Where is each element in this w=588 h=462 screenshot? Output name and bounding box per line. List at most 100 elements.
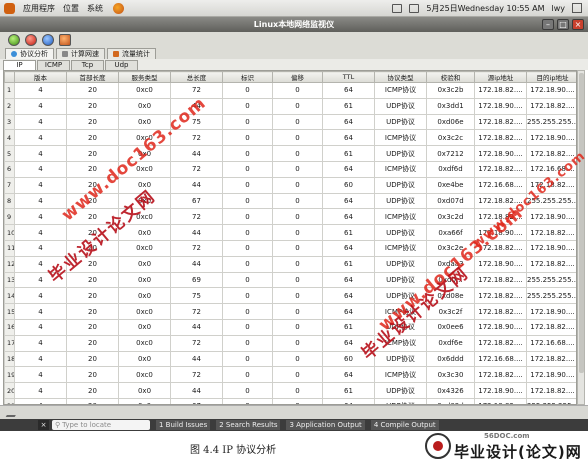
column-header[interactable]: 目的ip地址 [526, 71, 576, 83]
table-cell: 172.18.82.... [526, 350, 576, 368]
table-cell: 0 [272, 255, 323, 273]
tab-network-speed[interactable]: 计算网速 [56, 48, 105, 59]
about-icon[interactable] [42, 33, 54, 46]
table-cell: 64 [322, 208, 375, 226]
table-cell: 61 [322, 255, 375, 273]
tab-traffic-stats[interactable]: 流量统计 [107, 48, 156, 59]
stop-capture-icon[interactable] [25, 33, 37, 46]
table-row[interactable]: 3 4 20 0x0 75 0 0 64 UDP协议 0xd06e 172.18.82.... 255… [4, 113, 576, 131]
table-cell: 172.18.82.... [474, 271, 527, 289]
table-cell: 4 [14, 113, 67, 131]
clock[interactable]: 5月25日Wednesday 10:55 AM [426, 3, 544, 14]
table-cell: UDP协议 [374, 145, 427, 162]
column-header[interactable]: 源ip地址 [474, 71, 527, 83]
table-cell: 61 [322, 382, 375, 399]
search-icon: ⚲ [55, 421, 61, 429]
row-number: 13 [4, 271, 15, 289]
column-header[interactable]: 版本 [14, 71, 67, 83]
tab-protocol-analysis[interactable]: 协议分析 [5, 48, 54, 59]
table-cell: 0xdf6e [426, 334, 475, 352]
column-header[interactable]: 首部长度 [66, 71, 119, 83]
table-cell: 20 [66, 113, 119, 131]
tab-tcp[interactable]: Tcp [71, 60, 104, 70]
volume-icon[interactable] [409, 3, 420, 13]
maximize-button[interactable]: □ [557, 19, 569, 30]
table-row[interactable]: 18 4 20 0x0 44 0 0 60 UDP协议 0x6ddd 172.16.68.... 17… [4, 350, 576, 368]
column-header[interactable]: TTL [322, 71, 375, 83]
locate-input[interactable]: ⚲ Type to locate [52, 420, 150, 430]
table-cell: 0x3c30 [426, 366, 475, 384]
table-cell: 0 [272, 113, 323, 131]
table-cell: 172.18.82.... [526, 382, 576, 399]
column-header[interactable]: 服务类型 [118, 71, 171, 83]
table-cell: 20 [66, 287, 119, 305]
column-header[interactable]: 协议类型 [374, 71, 427, 83]
shutdown-icon[interactable] [572, 3, 582, 13]
table-row[interactable]: 5 4 20 0x0 44 0 0 61 UDP协议 0x7212 172.18.90.... 172… [4, 145, 576, 162]
tab-icmp[interactable]: ICMP [37, 60, 70, 70]
table-cell: 0 [222, 145, 273, 162]
table-cell: 72 [170, 239, 223, 257]
column-header[interactable]: 总长度 [170, 71, 223, 83]
table-row[interactable]: 15 4 20 0xc0 72 0 0 64 ICMP协议 0x3c2f 172.18.82....… [4, 303, 576, 320]
table-cell: 0x3c2b [426, 82, 475, 99]
table-row[interactable]: 13 4 20 0x0 69 0 0 64 UDP协议 0xd0... 172.18.82.... 2… [4, 271, 576, 289]
table-cell: 0 [222, 303, 273, 320]
pane-compile-output[interactable]: 4 Compile Output [370, 420, 439, 430]
network-icon[interactable] [392, 3, 403, 13]
table-cell: 0xd07d [426, 192, 475, 210]
table-cell: 255.255.255.... [526, 271, 576, 289]
table-cell: 64 [322, 287, 375, 305]
table-cell: 172.18.82.... [474, 82, 527, 99]
table-row[interactable]: 20 4 20 0x0 44 0 0 61 UDP协议 0x4326 172.18.90.... 17… [4, 382, 576, 399]
table-cell: 172.18.90.... [526, 129, 576, 147]
vertical-scrollbar[interactable] [577, 70, 585, 405]
table-cell: UDP协议 [374, 176, 427, 194]
column-header[interactable]: 偏移 [272, 71, 323, 83]
table-cell: 172.18.82.... [474, 160, 527, 178]
table-cell: 4 [14, 318, 67, 336]
figure-caption: 图 4.4 IP 协议分析 [190, 445, 277, 456]
table-cell: 44 [170, 318, 223, 336]
column-header[interactable]: 标识 [222, 71, 273, 83]
table-cell: 72 [170, 366, 223, 384]
table-row[interactable]: 16 4 20 0x0 44 0 0 61 UDP协议 0x0ee6 172.18.90.... 17… [4, 318, 576, 336]
start-capture-icon[interactable] [8, 33, 20, 46]
table-cell: 0 [272, 303, 323, 320]
minimize-button[interactable]: – [542, 19, 554, 30]
firefox-icon[interactable] [113, 2, 124, 14]
pane-application-output[interactable]: 3 Application Output [286, 420, 365, 430]
table-row[interactable]: 17 4 20 0xc0 72 0 0 64 ICMP协议 0xdf6e 172.18.82....… [4, 334, 576, 352]
table-cell: 4 [14, 145, 67, 162]
table-cell: 0 [272, 208, 323, 226]
tab-ip[interactable]: IP [3, 60, 36, 70]
row-number: 17 [4, 334, 15, 352]
close-pane-icon[interactable]: × [38, 420, 49, 430]
menu-system[interactable]: 系统 [87, 3, 103, 14]
menu-places[interactable]: 位置 [63, 3, 79, 14]
pane-build-issues[interactable]: 1 Build Issues [156, 420, 211, 430]
table-cell: 64 [322, 160, 375, 178]
table-cell: 20 [66, 334, 119, 352]
table-row[interactable]: 19 4 20 0xc0 72 0 0 64 ICMP协议 0x3c30 172.18.82....… [4, 366, 576, 384]
user-name[interactable]: lwy [552, 4, 566, 13]
pane-search-results[interactable]: 2 Search Results [216, 420, 281, 430]
column-header[interactable]: 校验和 [426, 71, 475, 83]
exit-icon[interactable] [59, 33, 71, 46]
table-row[interactable]: 4 4 20 0xc0 72 0 0 64 ICMP协议 0x3c2c 172.18.82.... 1… [4, 129, 576, 147]
close-button[interactable]: × [572, 19, 584, 30]
table-cell: 4 [14, 287, 67, 305]
table-row[interactable]: 6 4 20 0xc0 72 0 0 64 ICMP协议 0xdf6d 172.18.82.... 1… [4, 160, 576, 178]
menu-applications[interactable]: 应用程序 [23, 3, 55, 14]
table-cell: 0x0 [118, 382, 171, 399]
panel-menus: 应用程序 位置 系统 [0, 2, 132, 14]
table-cell: 0x3c2c [426, 129, 475, 147]
table-row[interactable]: 2 4 20 0x0 44 0 0 61 UDP协议 0x3dd1 172.18.90.... 172… [4, 97, 576, 115]
table-cell: 20 [66, 366, 119, 384]
tab-udp[interactable]: Udp [105, 60, 138, 70]
table-row[interactable]: 14 4 20 0x0 75 0 0 64 UDP协议 0xd08e 172.18.82.... 25… [4, 287, 576, 305]
system-panel: 应用程序 位置 系统 5月25日Wednesday 10:55 AM lwy [0, 0, 588, 17]
scrollbar-thumb[interactable] [579, 73, 584, 373]
table-row[interactable]: 1 4 20 0xc0 72 0 0 64 ICMP协议 0x3c2b 172.18.82.... 1… [4, 82, 576, 99]
table-cell: 255.255.255.... [526, 287, 576, 305]
